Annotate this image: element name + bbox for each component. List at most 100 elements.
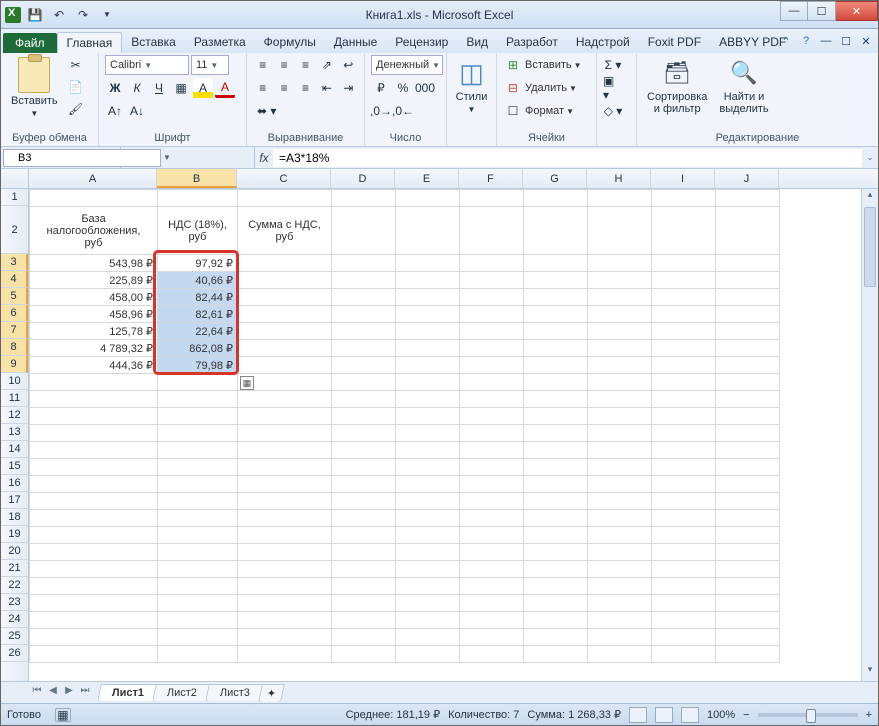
cell-C6[interactable] (238, 306, 332, 323)
styles-button[interactable]: ◫ Стили ▼ (453, 55, 490, 116)
cell-D14[interactable] (332, 442, 396, 459)
paste-button[interactable]: Вставить ▼ (7, 55, 62, 120)
cell-J23[interactable] (716, 595, 780, 612)
cell-F5[interactable] (460, 289, 524, 306)
cell-E26[interactable] (396, 646, 460, 663)
cell-G11[interactable] (524, 391, 588, 408)
cell-H5[interactable] (588, 289, 652, 306)
cell-F22[interactable] (460, 578, 524, 595)
row-header-20[interactable]: 20 (1, 543, 28, 560)
qat-redo-icon[interactable]: ↷ (73, 5, 93, 25)
cell-J1[interactable] (716, 190, 780, 207)
cell-A13[interactable] (30, 425, 158, 442)
align-right-icon[interactable]: ≡ (296, 78, 315, 98)
cell-I6[interactable] (652, 306, 716, 323)
column-header-A[interactable]: A (29, 169, 157, 188)
cell-G12[interactable] (524, 408, 588, 425)
cell-B9[interactable]: 79,98 ₽ (158, 357, 238, 374)
qat-save-icon[interactable]: 💾 (25, 5, 45, 25)
cells-delete-button[interactable]: ⊟Удалить▼ (503, 78, 590, 98)
cell-A14[interactable] (30, 442, 158, 459)
column-header-H[interactable]: H (587, 169, 651, 188)
cell-C25[interactable] (238, 629, 332, 646)
cell-D18[interactable] (332, 510, 396, 527)
cell-H8[interactable] (588, 340, 652, 357)
font-color-icon[interactable]: А (215, 78, 235, 98)
cells-area[interactable]: База налогообложения, рубНДС (18%), рубС… (29, 189, 878, 681)
cell-B20[interactable] (158, 544, 238, 561)
cell-I20[interactable] (652, 544, 716, 561)
cell-I21[interactable] (652, 561, 716, 578)
cell-I3[interactable] (652, 255, 716, 272)
cell-E11[interactable] (396, 391, 460, 408)
thousands-icon[interactable]: 000 (415, 78, 435, 98)
border-icon[interactable]: ▦ (171, 78, 191, 98)
vertical-scrollbar[interactable]: ▴ ▾ (861, 189, 878, 681)
cell-H19[interactable] (588, 527, 652, 544)
maximize-button[interactable]: ☐ (808, 1, 836, 21)
cell-B11[interactable] (158, 391, 238, 408)
cell-E4[interactable] (396, 272, 460, 289)
cell-E20[interactable] (396, 544, 460, 561)
ribbon-tab-0[interactable]: Главная (57, 32, 123, 53)
cell-G10[interactable] (524, 374, 588, 391)
cell-H7[interactable] (588, 323, 652, 340)
cell-G17[interactable] (524, 493, 588, 510)
cell-C18[interactable] (238, 510, 332, 527)
cell-E18[interactable] (396, 510, 460, 527)
cell-B1[interactable] (158, 190, 238, 207)
cell-C22[interactable] (238, 578, 332, 595)
cell-E17[interactable] (396, 493, 460, 510)
cell-G3[interactable] (524, 255, 588, 272)
cell-B15[interactable] (158, 459, 238, 476)
cell-E25[interactable] (396, 629, 460, 646)
cell-E9[interactable] (396, 357, 460, 374)
autosum-icon[interactable]: Σ ▾ (603, 55, 623, 75)
row-header-10[interactable]: 10 (1, 373, 28, 390)
cell-E12[interactable] (396, 408, 460, 425)
cell-A18[interactable] (30, 510, 158, 527)
view-layout-icon[interactable] (655, 707, 673, 723)
cell-H16[interactable] (588, 476, 652, 493)
zoom-in-icon[interactable]: + (866, 709, 872, 721)
cell-B12[interactable] (158, 408, 238, 425)
format-painter-icon[interactable]: 🖌 (66, 99, 86, 119)
cells-format-button[interactable]: ☐Формат▼ (503, 101, 590, 121)
cell-F21[interactable] (460, 561, 524, 578)
cell-A23[interactable] (30, 595, 158, 612)
workbook-close-icon[interactable]: ✕ (858, 33, 874, 49)
new-sheet-button[interactable]: ✦ (258, 684, 285, 702)
cell-C19[interactable] (238, 527, 332, 544)
cell-D7[interactable] (332, 323, 396, 340)
row-header-11[interactable]: 11 (1, 390, 28, 407)
cell-B3[interactable]: 97,92 ₽ (158, 255, 238, 272)
cell-I23[interactable] (652, 595, 716, 612)
row-header-5[interactable]: 5 (1, 288, 28, 305)
cell-H9[interactable] (588, 357, 652, 374)
cell-I11[interactable] (652, 391, 716, 408)
cell-G20[interactable] (524, 544, 588, 561)
cell-D22[interactable] (332, 578, 396, 595)
cell-I9[interactable] (652, 357, 716, 374)
cell-B26[interactable] (158, 646, 238, 663)
cell-J3[interactable] (716, 255, 780, 272)
cell-A6[interactable]: 458,96 ₽ (30, 306, 158, 323)
cell-E21[interactable] (396, 561, 460, 578)
cell-H15[interactable] (588, 459, 652, 476)
cell-D21[interactable] (332, 561, 396, 578)
cell-G1[interactable] (524, 190, 588, 207)
fill-color-icon[interactable]: А (193, 78, 213, 98)
cell-F25[interactable] (460, 629, 524, 646)
cell-D19[interactable] (332, 527, 396, 544)
zoom-out-icon[interactable]: − (743, 709, 749, 721)
cell-J8[interactable] (716, 340, 780, 357)
cell-D15[interactable] (332, 459, 396, 476)
cell-A21[interactable] (30, 561, 158, 578)
cell-F11[interactable] (460, 391, 524, 408)
currency-icon[interactable]: ₽ (371, 78, 391, 98)
cell-A20[interactable] (30, 544, 158, 561)
cell-A16[interactable] (30, 476, 158, 493)
select-all-corner[interactable] (1, 169, 29, 188)
cell-H12[interactable] (588, 408, 652, 425)
file-tab[interactable]: Файл (3, 33, 57, 53)
